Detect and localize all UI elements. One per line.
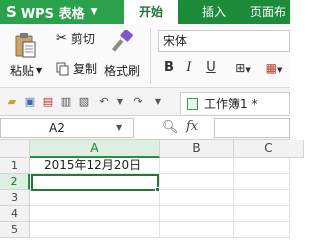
chevron-down-icon[interactable]: ▼ [116,123,122,132]
row-header-1[interactable]: 1 [0,158,30,174]
save-icon[interactable]: ▣ [24,96,36,108]
cut-button[interactable]: ✂ 剪切 [56,30,95,47]
row-header-3[interactable]: 3 [0,190,30,206]
borders-icon: ⊞ [235,61,246,75]
open-folder-icon[interactable]: ▰ [6,96,18,108]
column-header-a[interactable]: A [30,140,160,158]
underline-button[interactable]: U [202,58,220,78]
export-pdf-icon[interactable]: ▤ [42,96,54,108]
formula-input[interactable] [214,118,290,138]
paste-icon[interactable] [14,32,36,58]
font-name-select[interactable]: 宋体 [158,30,290,52]
copy-icon [56,62,69,75]
cell-b3[interactable] [160,190,234,206]
print-preview-icon[interactable]: ▧ [78,96,90,108]
chevron-down-icon: ▼ [245,66,251,74]
cell-b5[interactable] [160,222,234,238]
cut-label: 剪切 [70,32,95,46]
chevron-down-icon: ▼ [276,66,283,74]
cell-c1[interactable] [234,158,290,174]
format-painter-button[interactable]: 格式刷 [104,62,140,79]
cell-a3[interactable] [30,190,160,206]
cell-a1[interactable]: 2015年12月20日 [30,158,160,174]
row-header-4[interactable]: 4 [0,206,30,222]
chevron-down-icon: ▼ [90,7,98,17]
row-header-2[interactable]: 2 [0,174,30,190]
name-box[interactable]: A2 [0,118,134,138]
paste-button[interactable]: 粘贴 ▼ [10,62,42,79]
customize-qat-icon[interactable]: ▼ [152,96,164,108]
dropdown-icon[interactable]: ▼ [114,96,126,108]
chevron-down-icon: ▼ [36,66,43,75]
ribbon: 粘贴 ▼ ✂ 剪切 复制 格式刷 宋体 B I U ⊞▼ ▦▼ [0,24,290,88]
fill-color-icon: ▦ [265,61,277,75]
cell-b2[interactable] [160,174,234,190]
undo-icon[interactable]: ↶ [98,96,110,108]
column-header-b[interactable]: B [160,140,234,158]
cell-b4[interactable] [160,206,234,222]
select-all-corner[interactable] [0,140,30,158]
italic-button[interactable]: I [180,58,198,78]
column-header-c[interactable]: C [234,140,304,158]
formula-bar: A2 ▼ 🔍︎ fx [0,116,290,140]
fill-color-button[interactable]: ▦▼ [260,58,288,78]
copy-button[interactable]: 复制 [56,60,97,77]
insert-function-button[interactable]: fx [186,119,198,134]
cell-a4[interactable] [30,206,160,222]
cell-c5[interactable] [234,222,290,238]
ribbon-divider [150,28,151,84]
tab-home[interactable]: 开始 [124,0,178,24]
paste-label: 粘贴 [10,64,35,78]
cell-c3[interactable] [234,190,290,206]
active-cell-outline [31,174,159,191]
scissors-icon: ✂ [56,31,67,46]
document-tab[interactable]: 工作簿1 * [180,92,290,114]
app-menu-button[interactable]: S WPS 表格 ▼ [0,0,124,24]
tab-page-layout[interactable]: 页面布 [250,0,300,24]
title-bar: S WPS 表格 ▼ 开始 插入 页面布 [0,0,290,24]
row-header-5[interactable]: 5 [0,222,30,238]
copy-label: 复制 [73,62,98,76]
document-tab-label: 工作簿1 * [204,97,258,111]
redo-icon[interactable]: ↷ [132,96,144,108]
zoom-search-icon[interactable]: 🔍︎ [162,120,179,135]
cell-c2[interactable] [234,174,290,190]
cell-a5[interactable] [30,222,160,238]
borders-button[interactable]: ⊞▼ [230,58,256,78]
tab-insert[interactable]: 插入 [190,0,238,24]
cell-b1[interactable] [160,158,234,174]
bold-button[interactable]: B [160,58,178,78]
spreadsheet-file-icon [187,97,198,110]
quick-access-toolbar: ▰ ▣ ▤ ▥ ▧ ↶ ▼ ↷ ▼ 工作簿1 * [0,88,290,116]
cell-c4[interactable] [234,206,290,222]
fill-handle[interactable] [155,187,160,192]
format-painter-icon[interactable] [112,30,134,54]
app-name: WPS 表格 [20,6,85,22]
wps-logo-icon: S [6,3,17,21]
print-icon[interactable]: ▥ [60,96,72,108]
